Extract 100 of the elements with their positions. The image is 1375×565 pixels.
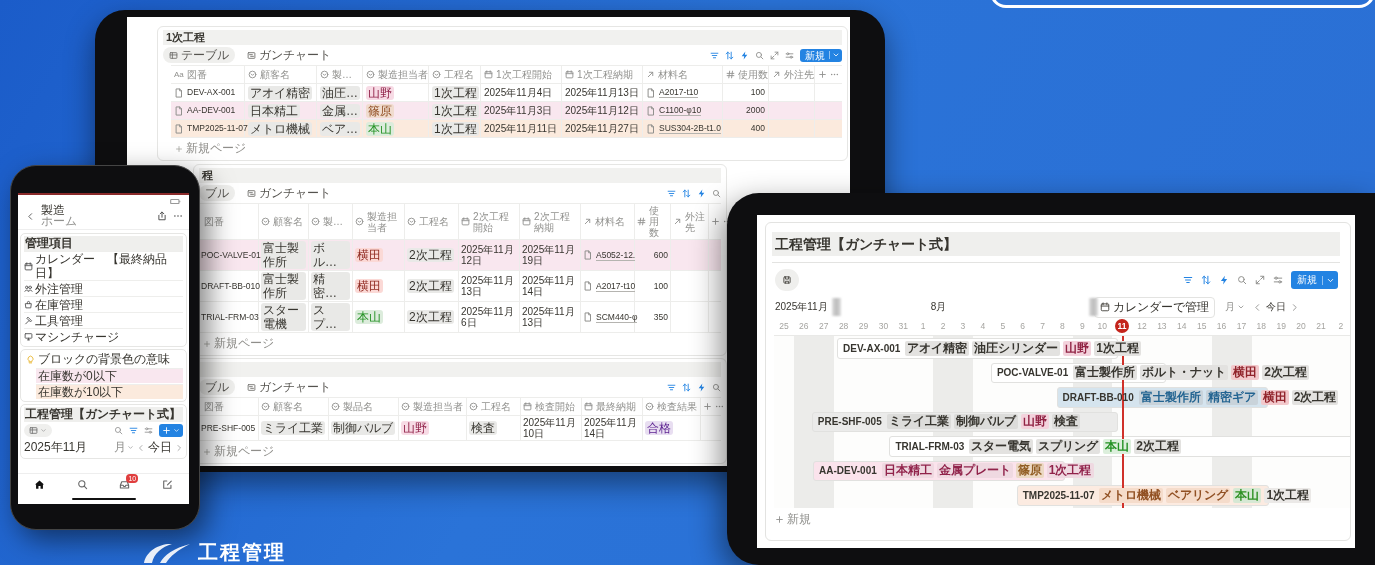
column-header[interactable]: 使用数: [738, 69, 768, 80]
bar-title: DEV-AX-001: [843, 342, 901, 354]
sort-icon[interactable]: [682, 382, 691, 392]
column-header[interactable]: 製…: [332, 69, 352, 80]
new-link[interactable]: 新規: [787, 511, 811, 528]
new-page-link[interactable]: 新規ページ: [214, 443, 274, 460]
plus-icon[interactable]: [711, 217, 720, 226]
view-button[interactable]: [24, 424, 52, 437]
day-label: 25: [779, 321, 789, 331]
row-title[interactable]: DEV-AX-001: [187, 87, 236, 98]
search-icon[interactable]: [755, 50, 764, 60]
material-link[interactable]: C1100-φ10: [659, 105, 702, 116]
column-header[interactable]: 製造担当者: [378, 69, 428, 80]
column-header[interactable]: 顧客名: [260, 69, 290, 80]
sliders-icon[interactable]: [144, 426, 153, 435]
chevron-right-icon[interactable]: [1290, 302, 1300, 312]
expand-icon[interactable]: [1255, 275, 1265, 285]
filter-icon[interactable]: [667, 188, 676, 198]
view-tab[interactable]: テーブル: [163, 47, 235, 63]
view-tab[interactable]: ガンチャート: [241, 379, 337, 395]
back-icon[interactable]: [26, 211, 35, 221]
share-icon[interactable]: [157, 211, 167, 221]
calendar-button[interactable]: カレンダーで管理: [1094, 296, 1216, 318]
today-button[interactable]: 今日: [1266, 300, 1287, 314]
column-header[interactable]: 外注先: [685, 210, 706, 233]
view-tab[interactable]: ブル: [199, 379, 235, 395]
lightning-icon[interactable]: [1219, 275, 1229, 285]
sort-icon[interactable]: [682, 188, 691, 198]
search-icon[interactable]: [712, 188, 721, 198]
sort-icon[interactable]: [1201, 275, 1211, 285]
dropdown-icon: [261, 402, 270, 411]
column-header[interactable]: 図番: [186, 69, 207, 80]
menu-link[interactable]: 外注管理: [35, 281, 83, 296]
new-page-link[interactable]: 新規ページ: [214, 335, 274, 352]
day-label: 5: [1000, 321, 1006, 331]
filter-icon[interactable]: [129, 426, 138, 435]
breadcrumb[interactable]: ホーム: [41, 216, 151, 227]
column-header[interactable]: 製造担当者: [367, 210, 402, 233]
scale-dropdown[interactable]: 月: [1225, 300, 1246, 314]
column-header[interactable]: 検査結果: [657, 401, 697, 412]
material-link[interactable]: SUS304-2B-t1.0: [659, 123, 721, 134]
column-header[interactable]: 1次工程納期: [577, 69, 633, 80]
column-header[interactable]: 工程名: [481, 401, 511, 412]
new-button[interactable]: 新規: [800, 48, 842, 62]
column-header[interactable]: 検査開始: [535, 401, 575, 412]
lightning-icon[interactable]: [697, 188, 706, 198]
new-button[interactable]: 新規: [1291, 271, 1338, 289]
view-tab[interactable]: ブル: [199, 185, 235, 201]
column-header[interactable]: 工程名: [444, 69, 474, 80]
search-icon[interactable]: [712, 382, 721, 392]
column-header[interactable]: 工程名: [419, 216, 449, 227]
home-indicator: [71, 497, 136, 501]
view-button[interactable]: [775, 269, 799, 291]
column-header[interactable]: 材料名: [595, 216, 625, 227]
scale-dropdown[interactable]: 月: [114, 439, 134, 456]
sliders-icon[interactable]: [1273, 275, 1283, 285]
search-icon[interactable]: [1237, 275, 1247, 285]
plus-icon[interactable]: [703, 402, 712, 411]
today-button[interactable]: 今日: [148, 439, 172, 456]
view-tab[interactable]: ガンチャート: [241, 185, 337, 201]
filter-icon[interactable]: [710, 50, 719, 60]
menu-link[interactable]: マシンチャージ: [35, 329, 119, 344]
filter-icon[interactable]: [667, 382, 676, 392]
sliders-icon[interactable]: [785, 50, 794, 60]
column-header[interactable]: 最終納期: [596, 401, 636, 412]
filter-icon[interactable]: [1183, 275, 1193, 285]
new-page-link[interactable]: 新規ページ: [186, 140, 246, 157]
column-header[interactable]: 1次工程開始: [496, 69, 552, 80]
column-header[interactable]: 材料名: [658, 69, 688, 80]
cell-text: 2025年11月11日: [484, 123, 557, 134]
menu-link[interactable]: 在庫管理: [35, 297, 83, 312]
column-header[interactable]: 製…: [323, 216, 343, 227]
plus-icon[interactable]: [818, 70, 827, 79]
column-header[interactable]: 図番: [204, 401, 224, 412]
row-title[interactable]: TMP2025-11-07: [187, 123, 248, 134]
column-header[interactable]: 2次工程開始: [473, 210, 517, 233]
material-link[interactable]: SCM440-φ: [596, 311, 638, 323]
expand-icon[interactable]: [770, 50, 779, 60]
menu-link[interactable]: カレンダー 【最終納品日】: [35, 252, 183, 280]
search-icon[interactable]: [114, 426, 123, 435]
column-header[interactable]: 製品名: [343, 401, 373, 412]
material-link[interactable]: A2017-t10: [596, 280, 636, 292]
view-tab[interactable]: ガンチャート: [241, 47, 337, 63]
lightning-icon[interactable]: [740, 50, 749, 60]
material-link[interactable]: A5052-12.: [596, 249, 636, 261]
column-header[interactable]: 使用数: [649, 205, 668, 238]
column-header[interactable]: 顧客名: [273, 401, 303, 412]
row-title[interactable]: AA-DEV-001: [187, 105, 236, 116]
column-header[interactable]: 製造担当者: [413, 401, 463, 412]
menu-link[interactable]: 工具管理: [35, 313, 83, 328]
material-link[interactable]: A2017-t10: [659, 87, 699, 98]
day-label: 20: [1296, 321, 1306, 331]
sort-icon[interactable]: [725, 50, 734, 60]
lightning-icon[interactable]: [697, 382, 706, 392]
column-header[interactable]: 図番: [204, 216, 224, 227]
column-header[interactable]: 外注先: [784, 69, 814, 80]
add-button[interactable]: [159, 424, 183, 437]
column-header[interactable]: 顧客名: [273, 216, 303, 227]
column-header[interactable]: 2次工程納期: [534, 210, 578, 233]
tab-button[interactable]: [33, 478, 45, 490]
